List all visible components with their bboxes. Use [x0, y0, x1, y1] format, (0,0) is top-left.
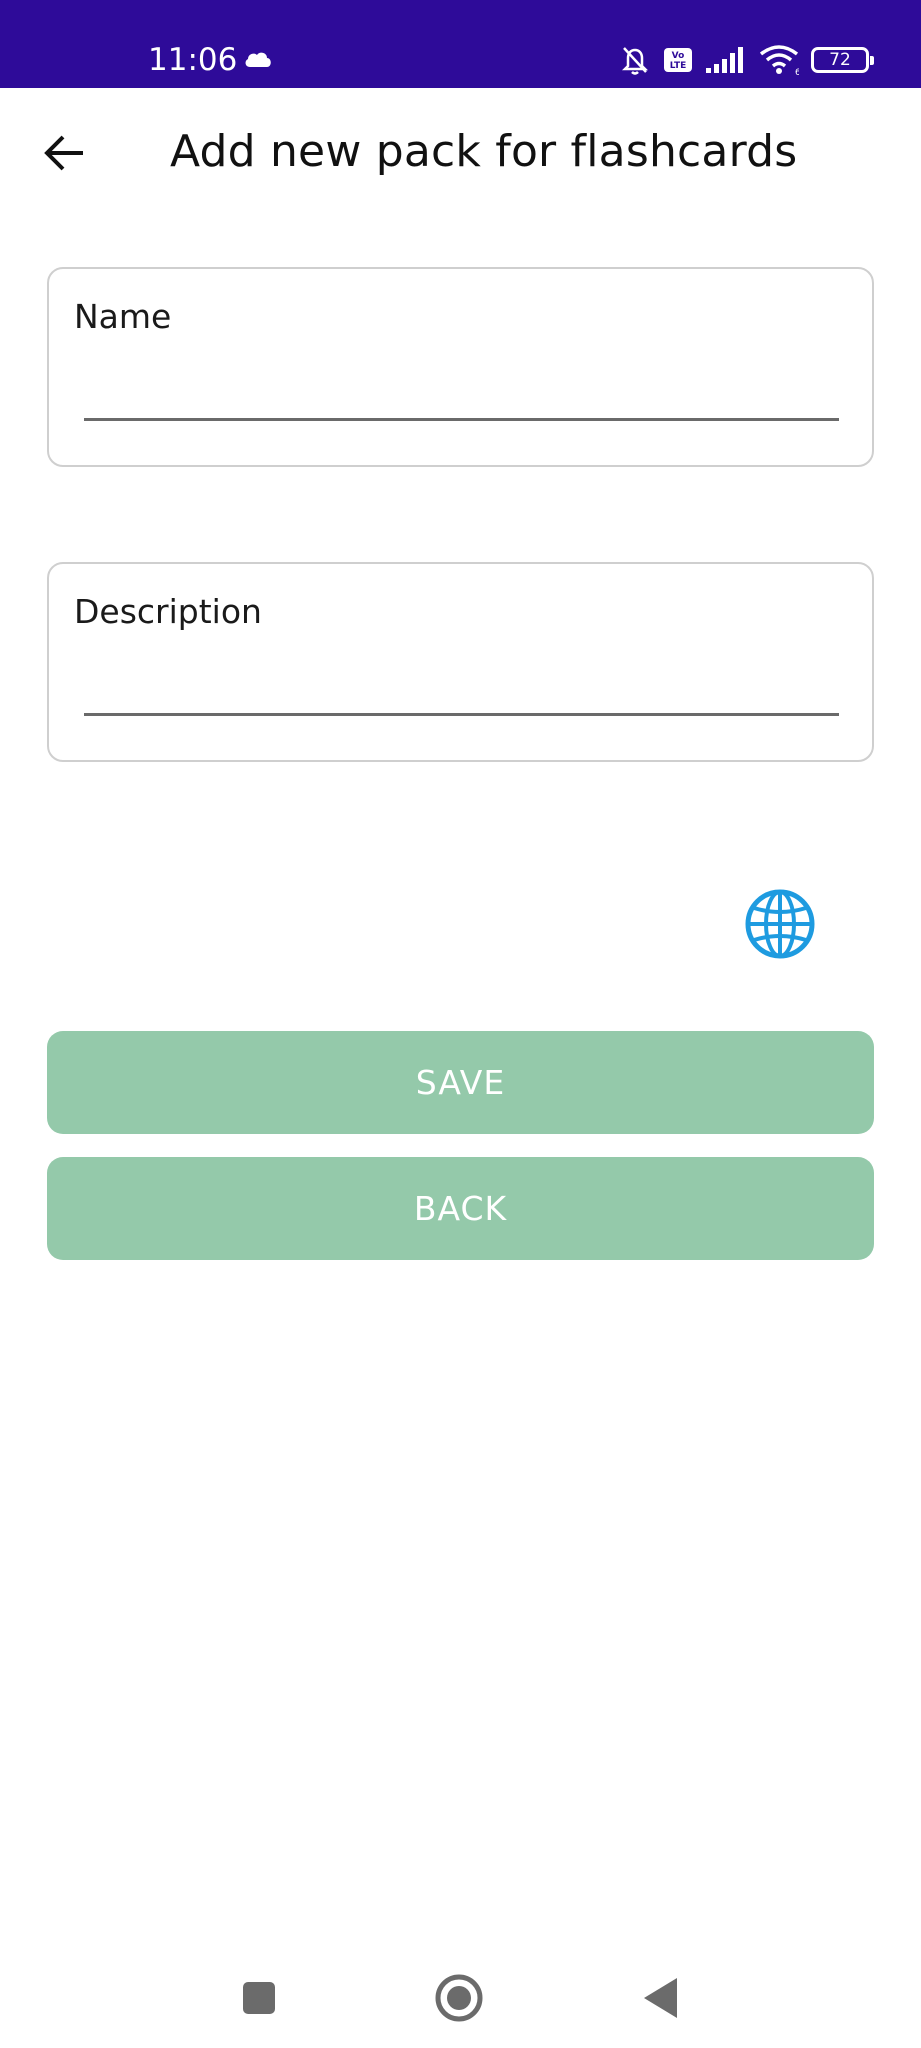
name-field-card: Name: [47, 267, 874, 467]
back-triangle-icon[interactable]: [631, 1970, 691, 2026]
wifi-icon: 6: [759, 44, 799, 76]
svg-text:6: 6: [795, 68, 799, 76]
app-bar: Add new pack for flashcards: [0, 88, 921, 228]
status-icons: Vo LTE 6 72: [619, 42, 874, 78]
mute-notifications-icon: [619, 44, 651, 76]
status-time: 11:06: [148, 42, 238, 78]
description-input[interactable]: [84, 654, 839, 716]
globe-icon[interactable]: [744, 888, 816, 960]
volte-icon: Vo LTE: [663, 47, 693, 73]
svg-text:LTE: LTE: [670, 61, 687, 71]
svg-text:Vo: Vo: [672, 51, 685, 61]
cloud-icon: [243, 49, 273, 74]
page-title: Add new pack for flashcards: [170, 126, 798, 177]
name-label: Name: [74, 297, 172, 336]
navigation-bar: [0, 1940, 921, 2048]
save-button[interactable]: SAVE: [47, 1031, 874, 1134]
back-button[interactable]: BACK: [47, 1157, 874, 1260]
signal-icon: [705, 46, 747, 74]
description-field-card: Description: [47, 562, 874, 762]
battery-icon: 72: [811, 47, 874, 73]
battery-level: 72: [829, 50, 851, 70]
description-label: Description: [74, 592, 262, 631]
status-bar: 11:06 Vo LTE 6 72: [0, 0, 921, 88]
name-input[interactable]: [84, 359, 839, 421]
home-icon[interactable]: [429, 1970, 489, 2026]
recent-apps-icon[interactable]: [229, 1970, 289, 2026]
arrow-left-icon[interactable]: [40, 128, 90, 178]
